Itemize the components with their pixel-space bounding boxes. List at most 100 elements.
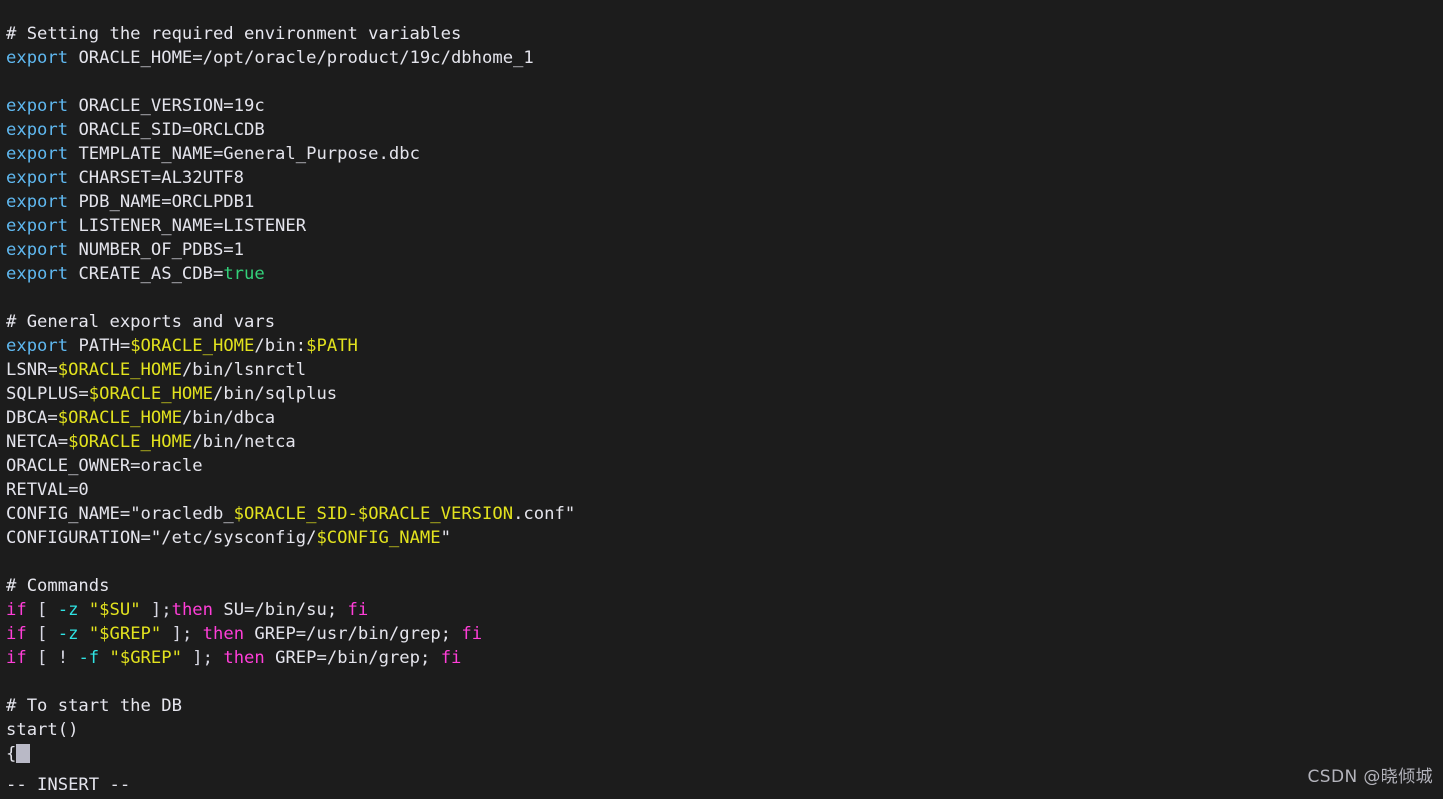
code-token: ]; (161, 624, 203, 644)
code-token: DBCA= (6, 408, 58, 428)
code-token: $ORACLE_HOME (88, 384, 213, 404)
code-token: ]; (140, 600, 172, 620)
code-token: then (171, 600, 214, 620)
code-token: -f (78, 648, 100, 668)
code-line: DBCA=$ORACLE_HOME/bin/dbca (6, 406, 1443, 430)
code-line: CONFIG_NAME="oracledb_$ORACLE_SID-$ORACL… (6, 502, 1443, 526)
code-token: /bin/netca (192, 432, 296, 452)
code-token: export (6, 192, 69, 212)
code-line: { (6, 742, 1443, 766)
code-line: SQLPLUS=$ORACLE_HOME/bin/sqlplus (6, 382, 1443, 406)
code-token: $ORACLE_VERSION (357, 504, 514, 524)
code-token: "/etc/sysconfig/ (150, 528, 317, 548)
code-token: if (6, 624, 27, 644)
code-token: /bin: (254, 336, 307, 356)
code-token: export (6, 96, 69, 116)
code-token: if (6, 648, 27, 668)
code-token: "$SU" (88, 600, 141, 620)
code-token: ORACLE_OWNER=oracle (6, 456, 203, 476)
code-token: $ORACLE_SID (233, 504, 348, 524)
code-token: CONFIGURATION= (6, 528, 151, 548)
vim-status-line: -- INSERT -- (6, 775, 131, 795)
code-token: /bin/dbca (181, 408, 276, 428)
code-line: export LISTENER_NAME=LISTENER (6, 214, 1443, 238)
code-token: export (6, 48, 69, 68)
code-token: export (6, 144, 69, 164)
code-token: $PATH (306, 336, 358, 356)
code-token: SU=/bin/su; (213, 600, 348, 620)
code-token: start() (6, 720, 79, 740)
code-token: export (6, 336, 69, 356)
code-token: SQLPLUS= (6, 384, 89, 404)
code-token: # Commands (6, 576, 110, 596)
code-token: -z (57, 600, 79, 620)
code-token: export (6, 264, 69, 284)
code-line: export NUMBER_OF_PDBS=1 (6, 238, 1443, 262)
code-token: NETCA= (6, 432, 69, 452)
code-token: NUMBER_OF_PDBS=1 (68, 240, 245, 260)
code-line: export CHARSET=AL32UTF8 (6, 166, 1443, 190)
code-token: - (347, 504, 358, 524)
code-token: PATH= (68, 336, 131, 356)
code-token: "$GREP" (109, 648, 182, 668)
code-token: $CONFIG_NAME (316, 528, 441, 548)
code-line: # To start the DB (6, 694, 1443, 718)
code-token: then (223, 648, 265, 668)
code-token: # Setting the required environment varia… (6, 24, 462, 44)
code-line: # Setting the required environment varia… (6, 22, 1443, 46)
code-token: ORACLE_HOME=/opt/oracle/product/19c/dbho… (68, 48, 534, 68)
code-token: "oracledb_ (130, 504, 234, 524)
text-cursor (16, 744, 31, 763)
terminal-window[interactable]: # Setting the required environment varia… (0, 0, 1443, 799)
code-token: ORACLE_VERSION=19c (68, 96, 265, 116)
code-token: CHARSET=AL32UTF8 (68, 168, 245, 188)
code-line: if [ ! -f "$GREP" ]; then GREP=/bin/grep… (6, 646, 1443, 670)
code-token: if (6, 600, 27, 620)
code-token: RETVAL=0 (6, 480, 89, 500)
code-token: TEMPLATE_NAME=General_Purpose.dbc (68, 144, 420, 164)
code-line: RETVAL=0 (6, 478, 1443, 502)
code-line: if [ -z "$SU" ];then SU=/bin/su; fi (6, 598, 1443, 622)
code-token: export (6, 120, 69, 140)
code-token: GREP=/bin/grep; (264, 648, 441, 668)
code-token: true (223, 264, 265, 284)
code-token: fi (461, 624, 483, 644)
code-token: CONFIG_NAME= (6, 504, 131, 524)
code-token: LISTENER_NAME=LISTENER (68, 216, 307, 236)
code-token: CREATE_AS_CDB= (68, 264, 224, 284)
vim-buffer[interactable]: # Setting the required environment varia… (6, 22, 1443, 766)
csdn-watermark: CSDN @晓倾城 (1307, 767, 1433, 787)
code-line: CONFIGURATION="/etc/sysconfig/$CONFIG_NA… (6, 526, 1443, 550)
code-token: # General exports and vars (6, 312, 276, 332)
code-line: export ORACLE_HOME=/opt/oracle/product/1… (6, 46, 1443, 70)
code-token: then (202, 624, 245, 644)
code-token: $ORACLE_HOME (57, 360, 182, 380)
code-line: export TEMPLATE_NAME=General_Purpose.dbc (6, 142, 1443, 166)
code-line: ORACLE_OWNER=oracle (6, 454, 1443, 478)
code-token: /bin/sqlplus (212, 384, 338, 404)
code-token: [ (26, 624, 58, 644)
code-line: export PDB_NAME=ORCLPDB1 (6, 190, 1443, 214)
code-token: ORACLE_SID=ORCLCDB (68, 120, 265, 140)
code-token: .conf" (513, 504, 576, 524)
code-token: fi (440, 648, 462, 668)
code-token: export (6, 168, 69, 188)
code-token: # To start the DB (6, 696, 182, 716)
code-token: /bin/lsnrctl (181, 360, 307, 380)
code-line: NETCA=$ORACLE_HOME/bin/netca (6, 430, 1443, 454)
code-token: GREP=/usr/bin/grep; (244, 624, 462, 644)
code-line: start() (6, 718, 1443, 742)
code-token: { (6, 744, 17, 764)
code-line: export PATH=$ORACLE_HOME/bin:$PATH (6, 334, 1443, 358)
code-token: " (440, 528, 451, 548)
code-line: # General exports and vars (6, 310, 1443, 334)
code-line: LSNR=$ORACLE_HOME/bin/lsnrctl (6, 358, 1443, 382)
code-token: [ (26, 600, 58, 620)
